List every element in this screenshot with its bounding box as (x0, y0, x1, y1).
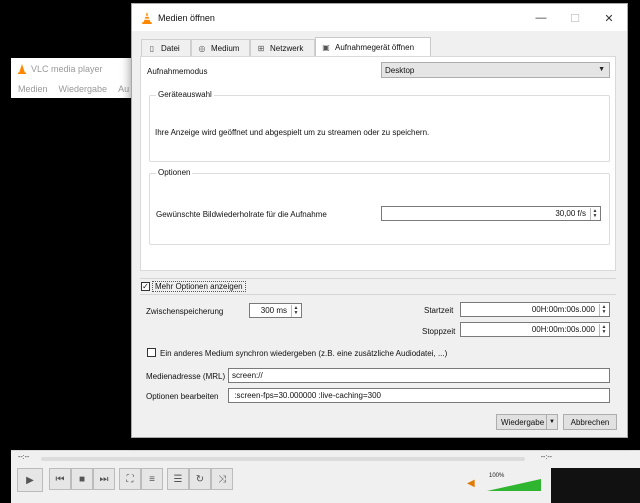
tab-label: Aufnahmegerät öffnen (335, 43, 415, 52)
tab-netzwerk[interactable]: ⊞ Netzwerk (250, 39, 315, 56)
sync-media-checkbox[interactable] (147, 348, 156, 357)
stop-time-label: Stoppzeit (422, 327, 456, 336)
chevron-down-icon[interactable]: ▼ (546, 415, 557, 429)
minimize-icon: — (535, 12, 547, 24)
stop-time-spinbox[interactable]: 00H:00m:00s.000 ▲ ▼ (460, 322, 610, 337)
minimize-button[interactable]: — (526, 7, 556, 29)
more-options-checkbox[interactable]: ✓ (141, 282, 150, 291)
play-icon: ▶ (26, 474, 34, 486)
chevron-down-icon: ▼ (598, 66, 605, 73)
caching-label: Zwischenspeicherung (146, 307, 224, 316)
menu-audio[interactable]: Au (118, 84, 129, 94)
edit-options-label: Optionen bearbeiten (146, 392, 219, 401)
capture-mode-value: Desktop (385, 65, 415, 75)
sync-media-label: Ein anderes Medium synchron wiedergeben … (160, 349, 448, 358)
previous-icon: ⏮ (55, 473, 65, 485)
vlc-cone-icon (142, 11, 152, 24)
more-options-label[interactable]: Mehr Optionen anzeigen (152, 281, 246, 292)
taskbar-strip (551, 468, 640, 503)
shuffle-button[interactable]: ⤨ (211, 468, 233, 490)
checkmark-icon: ✓ (142, 281, 149, 291)
speaker-icon[interactable]: ◀ (467, 478, 479, 489)
device-group: Geräteauswahl Ihre Anzeige wird geöffnet… (149, 90, 610, 162)
close-icon: ✕ (604, 12, 614, 25)
mrl-field[interactable]: screen:// (228, 368, 610, 383)
framerate-label: Gewünschte Bildwiederholrate für die Auf… (156, 210, 327, 219)
vlc-control-bar: --:-- --:-- ▶ ⏮ ■ ⏭ ⛶ ≡ ☰ ↻ ⤨ ◀ 100% (11, 450, 640, 503)
previous-button[interactable]: ⏮ (49, 468, 71, 490)
dialog-title: Medien öffnen (158, 12, 215, 23)
spin-arrows-icon[interactable]: ▲ ▼ (291, 305, 300, 317)
framerate-value: 30,00 f/s (555, 209, 586, 218)
menu-medien[interactable]: Medien (18, 84, 48, 94)
play-button[interactable]: ▶ (17, 468, 43, 492)
stop-icon: ■ (78, 473, 86, 485)
mrl-label: Medienadresse (MRL) (146, 372, 226, 381)
seek-slider[interactable] (41, 457, 525, 461)
capture-tab-panel: Aufnahmemodus Desktop ▼ Geräteauswahl Ih… (140, 56, 616, 271)
cancel-button-label: Abbrechen (570, 417, 610, 427)
next-icon: ⏭ (99, 473, 109, 485)
vlc-main-window: VLC media player Medien Wiedergabe Au (11, 58, 139, 460)
capture-mode-label: Aufnahmemodus (147, 67, 208, 76)
tab-label: Datei (161, 43, 180, 53)
tab-aufnahmegeraet[interactable]: ▣ Aufnahmegerät öffnen (315, 37, 431, 57)
fullscreen-icon: ⛶ (126, 473, 134, 485)
stop-time-value: 00H:00m:00s.000 (531, 325, 595, 334)
vlc-cone-icon (18, 64, 26, 74)
capture-mode-select[interactable]: Desktop ▼ (381, 62, 610, 78)
maximize-icon: ☐ (570, 12, 580, 25)
tab-label: Medium (211, 43, 240, 53)
caching-spinbox[interactable]: 300 ms ▲ ▼ (249, 303, 302, 318)
framerate-spinbox[interactable]: 30,00 f/s ▲ ▼ (381, 206, 601, 221)
menu-wiedergabe[interactable]: Wiedergabe (59, 84, 108, 94)
vlc-menubar: Medien Wiedergabe Au (11, 80, 139, 98)
edit-options-field[interactable]: :screen-fps=30.000000 :live-caching=300 (228, 388, 610, 403)
tab-datei[interactable]: ▯ Datei (141, 39, 191, 56)
play-dropdown-button[interactable]: Wiedergabe ▼ (496, 414, 558, 430)
shuffle-icon: ⤨ (218, 473, 226, 485)
playlist-button[interactable]: ☰ (167, 468, 189, 490)
next-button[interactable]: ⏭ (93, 468, 115, 490)
divider (140, 278, 616, 279)
vlc-title: VLC media player (31, 64, 103, 74)
play-button-label: Wiedergabe (501, 417, 545, 427)
network-icon: ⊞ (257, 43, 265, 53)
volume-slider[interactable] (487, 479, 541, 491)
caching-value: 300 ms (260, 306, 287, 315)
cancel-button[interactable]: Abbrechen (563, 414, 617, 430)
edit-options-value: :screen-fps=30.000000 :live-caching=300 (232, 391, 381, 400)
mrl-value: screen:// (232, 371, 263, 380)
device-group-title: Geräteauswahl (156, 90, 214, 99)
fullscreen-button[interactable]: ⛶ (119, 468, 141, 490)
equalizer-icon: ≡ (149, 473, 155, 485)
video-area (11, 98, 139, 460)
maximize-button[interactable]: ☐ (560, 7, 590, 29)
spin-arrows-icon[interactable]: ▲ ▼ (599, 304, 608, 316)
vlc-titlebar: VLC media player (11, 58, 139, 80)
spin-arrows-icon[interactable]: ▲ ▼ (590, 208, 599, 220)
device-description: Ihre Anzeige wird geöffnet und abgespiel… (155, 128, 430, 137)
extended-settings-button[interactable]: ≡ (141, 468, 163, 490)
file-icon: ▯ (149, 43, 155, 53)
capture-icon: ▣ (322, 43, 330, 52)
options-group-title: Optionen (156, 168, 193, 177)
close-button[interactable]: ✕ (594, 7, 624, 29)
loop-icon: ↻ (195, 473, 205, 485)
disc-icon: ◎ (198, 43, 206, 53)
loop-button[interactable]: ↻ (189, 468, 211, 490)
volume-level-fill (487, 479, 541, 491)
total-time: --:-- (540, 454, 552, 461)
open-media-dialog: Medien öffnen — ☐ ✕ ▯ Datei ◎ Medium ⊞ Netz… (131, 3, 628, 438)
playlist-icon: ☰ (173, 473, 183, 485)
start-time-value: 00H:00m:00s.000 (531, 305, 595, 314)
spin-arrows-icon[interactable]: ▲ ▼ (599, 324, 608, 336)
start-time-spinbox[interactable]: 00H:00m:00s.000 ▲ ▼ (460, 302, 610, 317)
tab-label: Netzwerk (270, 43, 304, 53)
start-time-label: Startzeit (424, 306, 454, 315)
stop-button[interactable]: ■ (71, 468, 93, 490)
elapsed-time: --:-- (18, 454, 30, 461)
tab-medium[interactable]: ◎ Medium (191, 39, 250, 56)
options-group: Optionen Gewünschte Bildwiederholrate fü… (149, 168, 610, 245)
